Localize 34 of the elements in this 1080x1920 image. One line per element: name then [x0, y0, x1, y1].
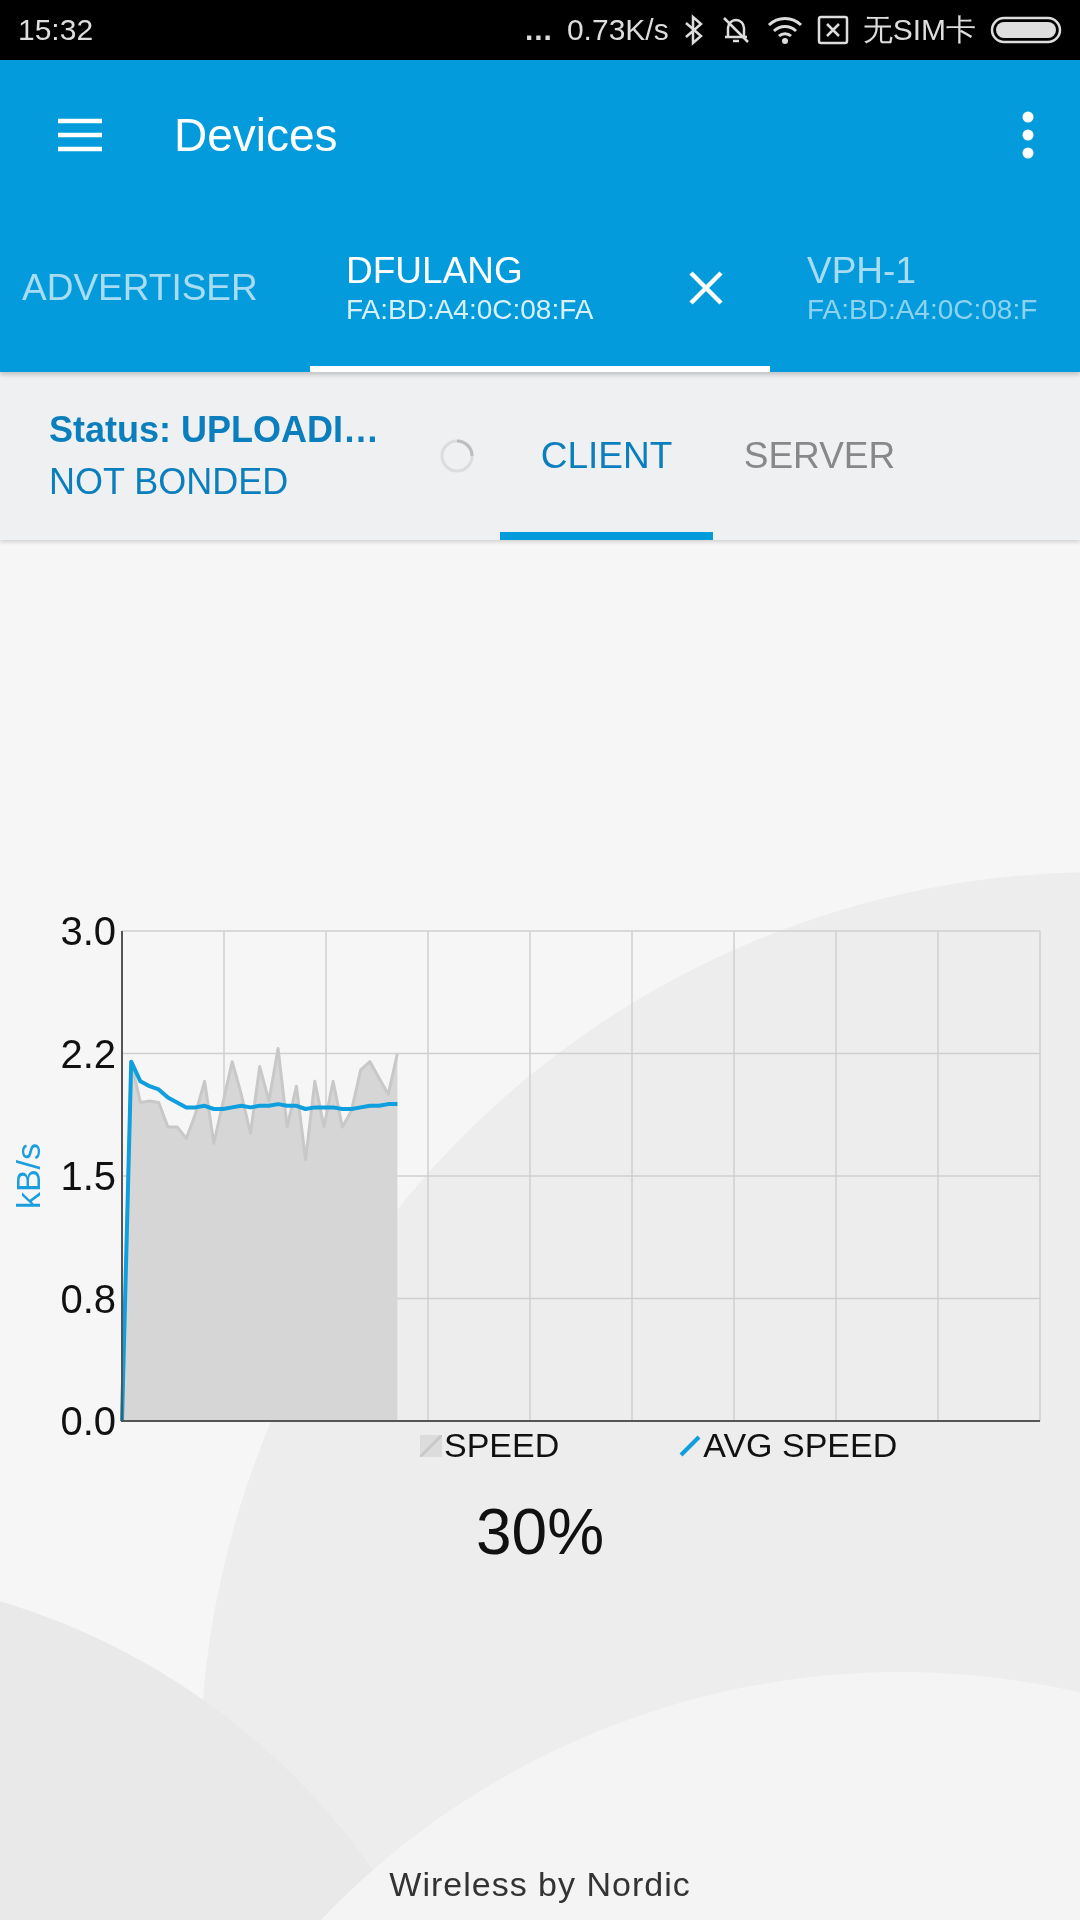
axis-tick-label: 3.0: [60, 909, 116, 953]
mode-tab[interactable]: CLIENT: [500, 372, 713, 540]
axis-tick-label: 2.2: [60, 1031, 116, 1076]
wifi-icon: [766, 15, 803, 45]
device-address: FA:BD:A4:0C:08:F: [807, 294, 1038, 326]
legend-label: AVG SPEED: [703, 1426, 898, 1465]
progress-percentage: 30%: [475, 1495, 605, 1569]
mode-tab[interactable]: SERVER: [713, 372, 926, 540]
network-speed: 0.73K/s: [566, 13, 669, 47]
connection-status: Status: UPLOADI…: [49, 409, 380, 451]
device-tab[interactable]: VPH-1 FA:BD:A4:0C:08:F: [770, 210, 1080, 372]
axis-tick-label: 1.5: [60, 1154, 116, 1198]
device-name: DFULANG: [346, 250, 524, 292]
no-sim-icon: [816, 15, 849, 45]
legend-label: SPEED: [444, 1426, 560, 1465]
status-time: 15:32: [18, 13, 94, 47]
axis-tick-label: 0.8: [60, 1276, 116, 1321]
bond-state: NOT BONDED: [49, 461, 290, 503]
device-name: VPH-1: [807, 250, 917, 292]
footer-text: Wireless by Nordic: [389, 1865, 691, 1904]
menu-icon[interactable]: [56, 117, 104, 153]
more-options-icon[interactable]: [1021, 111, 1035, 159]
legend-swatch-icon: [420, 1434, 442, 1457]
axis-title: kB/s: [9, 1142, 47, 1210]
status-dots: ...: [524, 13, 553, 47]
app-title: Devices: [174, 108, 339, 162]
legend-line-icon: [679, 1434, 702, 1457]
axis-tick-label: 0.0: [60, 1399, 116, 1443]
close-icon[interactable]: [688, 270, 724, 306]
sim-status: 无SIM卡: [862, 11, 976, 48]
device-name: ADVERTISER: [22, 267, 258, 309]
battery-icon: [990, 15, 1062, 45]
device-address: FA:BD:A4:0C:08:FA: [346, 294, 594, 326]
device-tab[interactable]: ADVERTISER: [0, 210, 310, 372]
